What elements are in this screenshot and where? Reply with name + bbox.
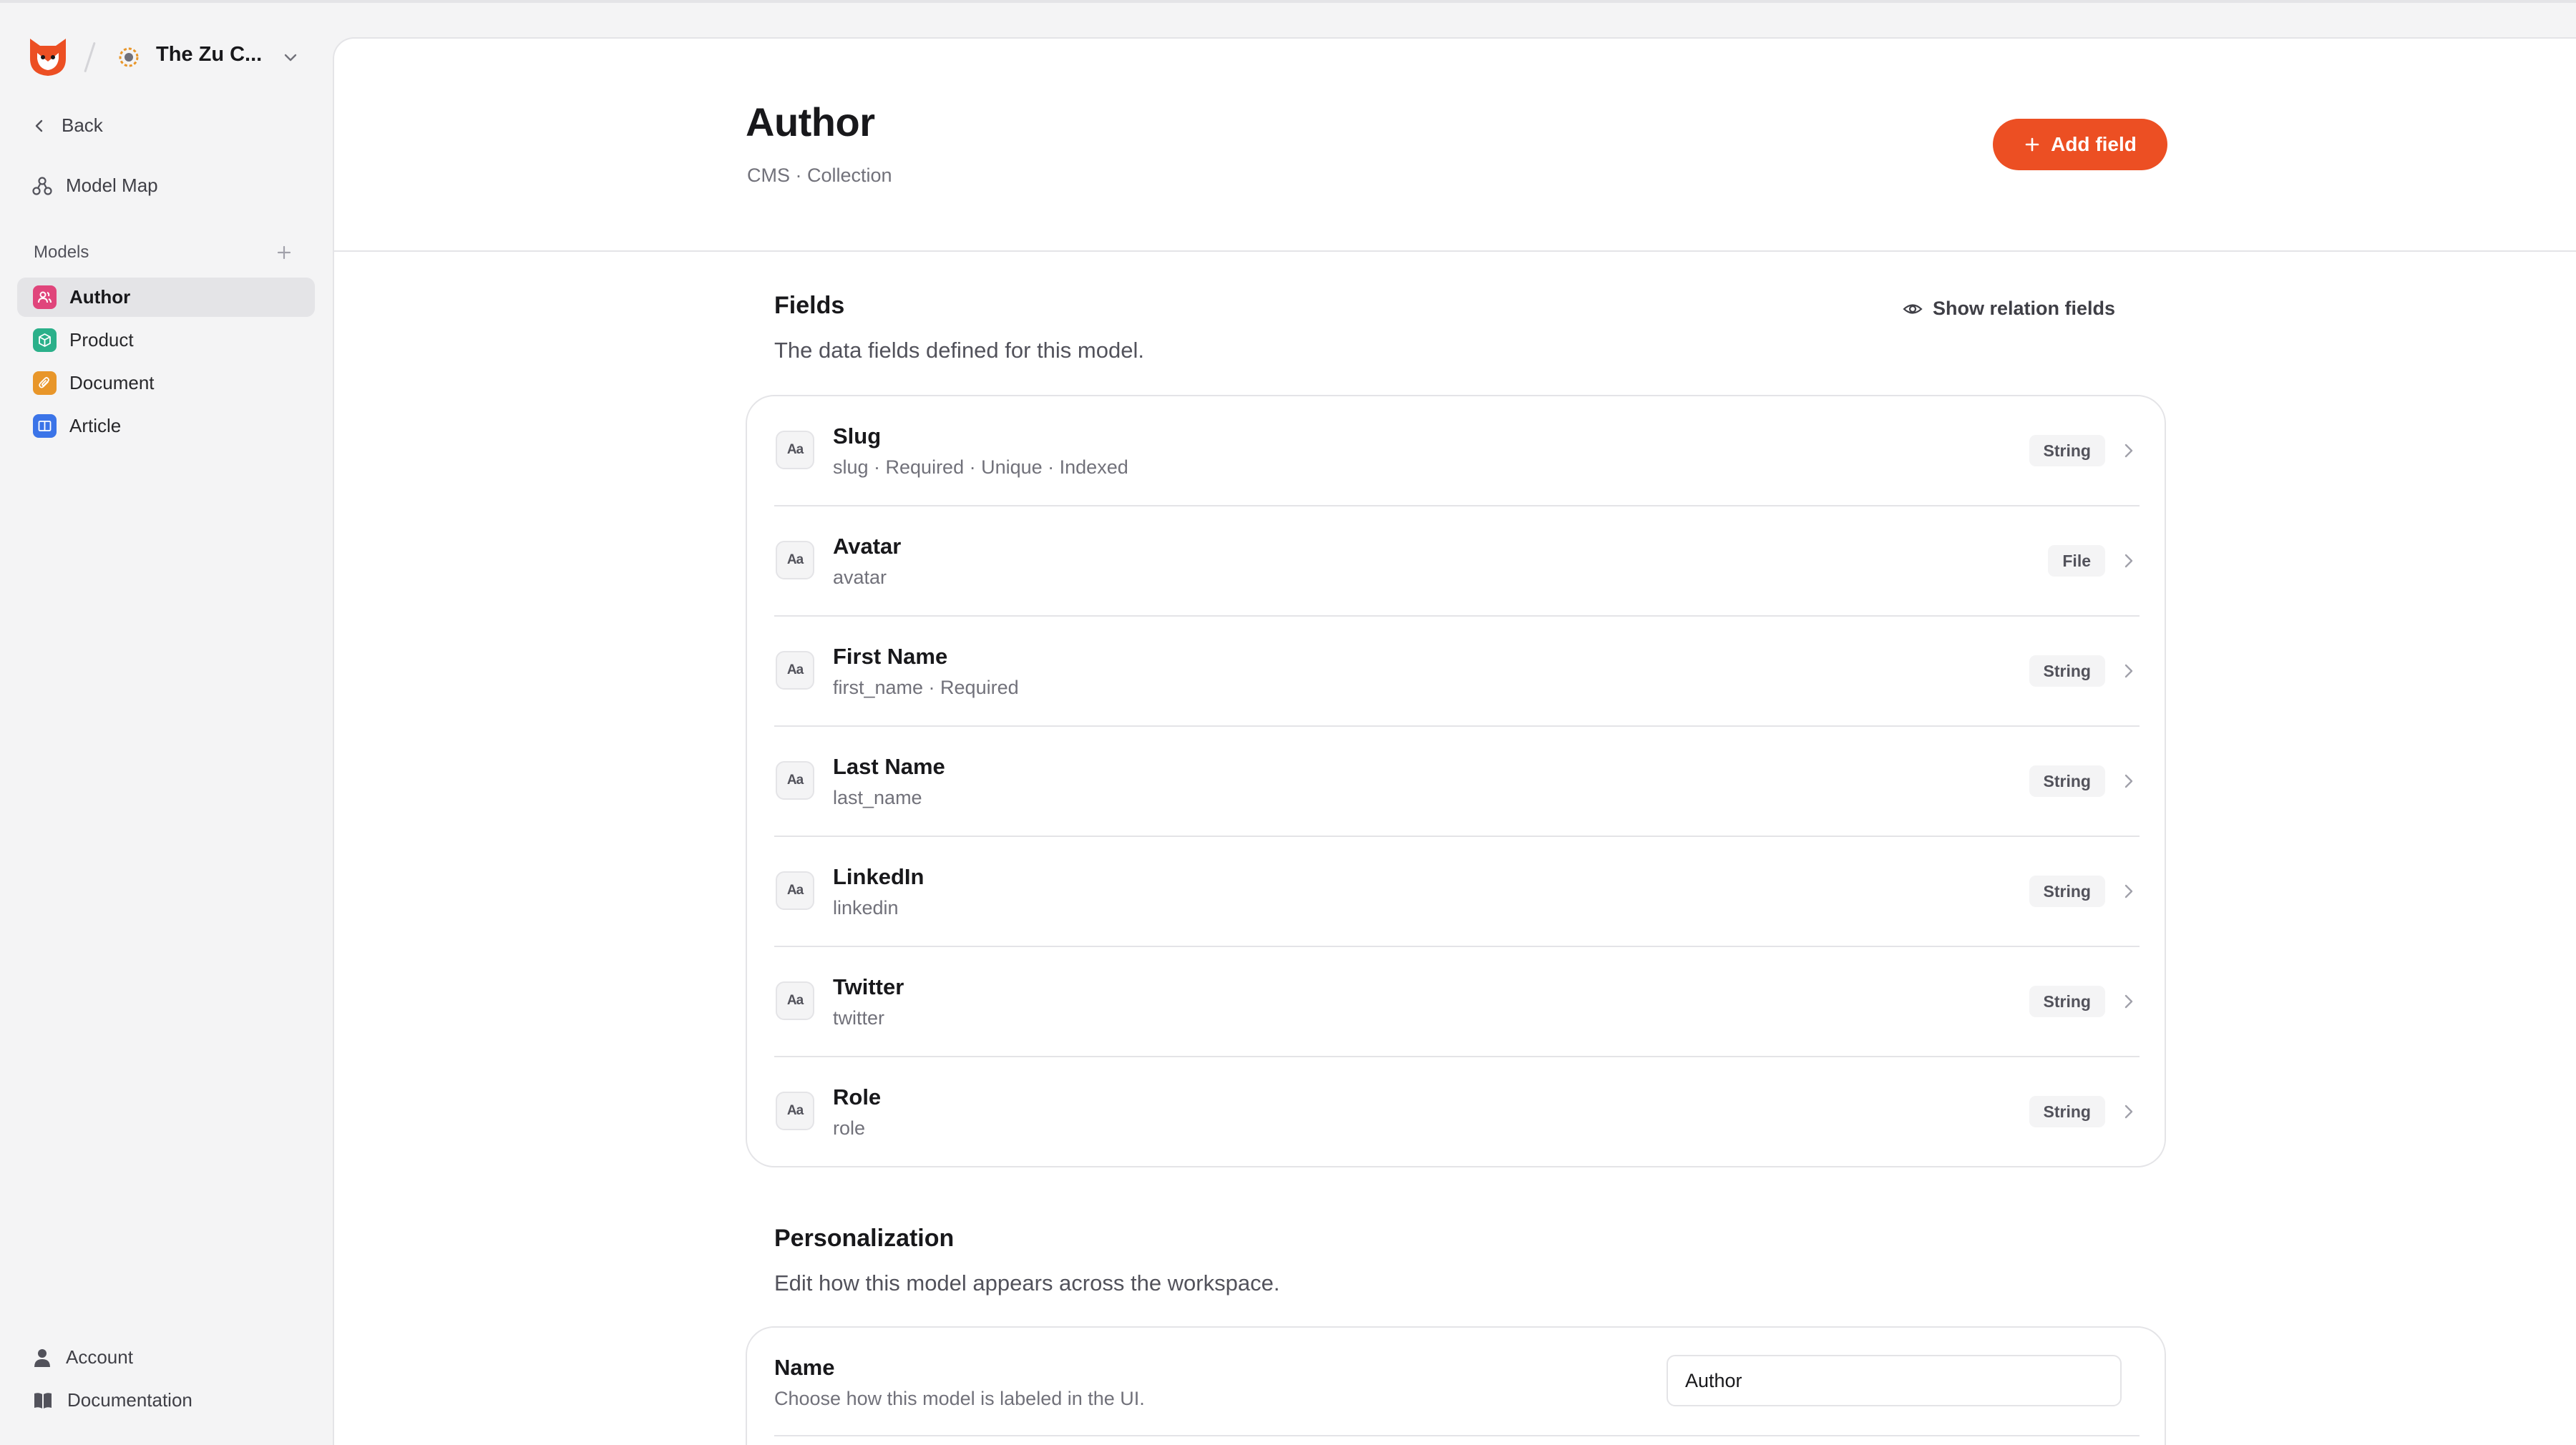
model-map-link[interactable]: Model Map xyxy=(31,175,158,197)
header-divider xyxy=(334,250,2576,252)
fox-logo-icon[interactable] xyxy=(26,34,70,79)
window-top-border xyxy=(0,0,2576,3)
sidebar-item-article[interactable]: Article xyxy=(17,406,315,446)
account-link[interactable]: Account xyxy=(33,1346,133,1368)
chevron-right-icon xyxy=(2124,994,2133,1009)
personalization-card: Name Choose how this model is labeled in… xyxy=(746,1326,2166,1445)
sidebar-item-label: Document xyxy=(69,372,155,393)
field-row-first-name[interactable]: Aa First Name first_name · Required Stri… xyxy=(774,617,2140,727)
field-meta: slug · Required · Unique · Indexed xyxy=(833,456,1128,478)
chevron-right-icon xyxy=(2124,774,2133,788)
breadcrumb-separator xyxy=(84,41,96,73)
sidebar-item-author[interactable]: Author xyxy=(17,278,315,317)
field-row-twitter[interactable]: Aa Twitter twitter String xyxy=(774,947,2140,1057)
field-name: Slug xyxy=(833,423,882,449)
field-row-role[interactable]: Aa Role role String xyxy=(774,1057,2140,1167)
chevron-left-icon xyxy=(35,119,43,132)
field-row-last-name[interactable]: Aa Last Name last_name String xyxy=(774,727,2140,837)
field-meta: last_name xyxy=(833,787,922,808)
user-icon xyxy=(34,1348,50,1367)
setting-divider xyxy=(774,1435,2140,1436)
page-title: Author xyxy=(746,99,875,144)
text-type-icon: Aa xyxy=(776,1092,814,1130)
field-meta: first_name · Required xyxy=(833,677,1019,698)
field-type-badge: String xyxy=(2029,986,2105,1017)
page-subtitle: CMS · Collection xyxy=(747,165,892,186)
model-map-icon xyxy=(32,176,52,195)
workspace-avatar-icon[interactable] xyxy=(116,44,142,70)
name-setting-label: Name xyxy=(774,1355,835,1380)
back-link[interactable]: Back xyxy=(31,114,103,137)
documentation-label: Documentation xyxy=(67,1389,192,1411)
plus-icon xyxy=(2025,137,2039,152)
model-map-label: Model Map xyxy=(66,175,158,196)
field-meta: linkedin xyxy=(833,897,899,919)
text-type-icon: Aa xyxy=(776,541,814,579)
box-icon xyxy=(33,328,57,352)
back-label: Back xyxy=(62,114,103,136)
field-type-badge: String xyxy=(2029,1096,2105,1127)
add-field-button[interactable]: Add field xyxy=(1993,119,2167,170)
sidebar-item-product[interactable]: Product xyxy=(17,320,315,360)
show-relation-fields-label: Show relation fields xyxy=(1933,298,2116,319)
text-type-icon: Aa xyxy=(776,651,814,690)
chevron-right-icon xyxy=(2124,664,2133,678)
chevron-right-icon xyxy=(2124,884,2133,898)
sidebar-item-label: Author xyxy=(69,286,131,308)
field-name: LinkedIn xyxy=(833,864,924,889)
chevron-right-icon xyxy=(2124,444,2133,458)
field-meta: role xyxy=(833,1117,866,1139)
field-meta: avatar xyxy=(833,567,887,588)
documentation-link[interactable]: Documentation xyxy=(33,1389,192,1411)
chevron-right-icon xyxy=(2124,1104,2133,1119)
sidebar: The Zu C... Back Model Map Models Author… xyxy=(0,0,333,1445)
fields-section-title: Fields xyxy=(774,292,845,319)
sidebar-item-document[interactable]: Document xyxy=(17,363,315,403)
show-relation-fields-toggle[interactable]: Show relation fields xyxy=(1903,298,2115,320)
eye-icon xyxy=(1903,303,1923,314)
field-name: Role xyxy=(833,1084,882,1110)
book-icon xyxy=(34,1392,52,1409)
fields-list: Aa Slug slug · Required · Unique · Index… xyxy=(746,395,2166,1167)
field-name: Twitter xyxy=(833,974,904,999)
model-name-input[interactable] xyxy=(1667,1355,2122,1406)
chevron-right-icon xyxy=(2124,554,2133,568)
field-name: First Name xyxy=(833,644,948,669)
models-header: Models xyxy=(34,243,89,262)
field-type-badge: String xyxy=(2029,765,2105,797)
add-field-label: Add field xyxy=(2051,133,2137,155)
field-row-linkedin[interactable]: Aa LinkedIn linkedin String xyxy=(774,837,2140,947)
field-type-badge: String xyxy=(2029,876,2105,907)
sidebar-item-label: Product xyxy=(69,329,134,351)
field-name: Last Name xyxy=(833,754,945,779)
field-name: Avatar xyxy=(833,534,902,559)
text-type-icon: Aa xyxy=(776,981,814,1020)
field-meta: twitter xyxy=(833,1007,885,1029)
main-panel: Author CMS · Collection Add field Fields… xyxy=(333,37,2576,1445)
field-type-badge: File xyxy=(2048,545,2105,577)
chevron-down-icon[interactable] xyxy=(280,47,301,67)
paperclip-icon xyxy=(33,371,57,395)
name-setting-description: Choose how this model is labeled in the … xyxy=(774,1388,1145,1409)
personalization-section-title: Personalization xyxy=(774,1225,955,1252)
add-model-plus-icon[interactable] xyxy=(275,243,293,262)
field-type-badge: String xyxy=(2029,655,2105,687)
text-type-icon: Aa xyxy=(776,431,814,469)
book-open-icon xyxy=(33,414,57,438)
text-type-icon: Aa xyxy=(776,871,814,910)
field-row-avatar[interactable]: Aa Avatar avatar File xyxy=(774,506,2140,617)
personalization-section-description: Edit how this model appears across the w… xyxy=(774,1270,1280,1295)
field-row-slug[interactable]: Aa Slug slug · Required · Unique · Index… xyxy=(774,396,2140,506)
sidebar-item-label: Article xyxy=(69,415,122,436)
fields-section-description: The data fields defined for this model. xyxy=(774,338,1144,363)
field-type-badge: String xyxy=(2029,435,2105,466)
account-label: Account xyxy=(66,1346,133,1368)
text-type-icon: Aa xyxy=(776,761,814,800)
workspace-name[interactable]: The Zu C... xyxy=(156,43,262,67)
users-icon xyxy=(33,285,57,309)
